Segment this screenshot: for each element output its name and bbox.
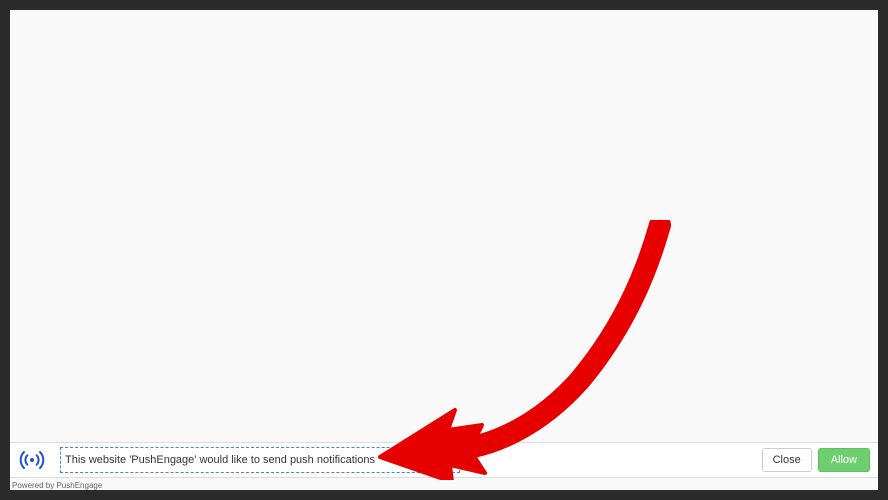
close-button[interactable]: Close xyxy=(762,448,812,472)
powered-by-text: Powered by PushEngage xyxy=(12,481,102,490)
button-group: Close Allow xyxy=(762,448,870,472)
allow-button[interactable]: Allow xyxy=(818,448,870,472)
notification-message-input[interactable] xyxy=(60,447,460,473)
push-notification-bar: Close Allow xyxy=(10,442,878,478)
app-frame: Close Allow Powered by PushEngage xyxy=(10,10,878,490)
broadcast-icon xyxy=(14,442,50,478)
